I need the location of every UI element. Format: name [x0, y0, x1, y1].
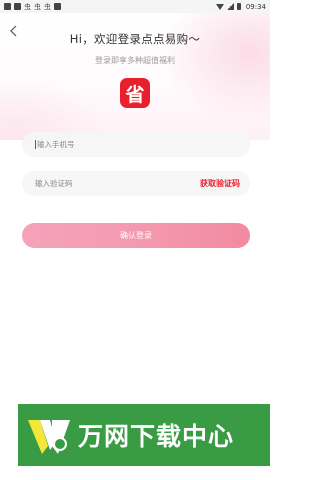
notification-icon [54, 3, 61, 10]
notification-glyph: 虫 [34, 2, 41, 11]
phone-input[interactable] [36, 140, 237, 149]
app-logo: 省 [120, 78, 150, 108]
watermark-banner: 万网下载中心 [18, 404, 270, 466]
login-header: Hi，欢迎登录点点易购～ 登录即享多种超值福利 省 [0, 13, 270, 140]
text-cursor [35, 140, 36, 149]
status-indicators: 09:34 [215, 2, 266, 11]
battery-icon [236, 3, 241, 10]
greeting-title: Hi，欢迎登录点点易购～ [69, 32, 201, 46]
notification-glyph: 虫 [44, 2, 51, 11]
login-button[interactable]: 确认登录 [22, 223, 250, 248]
wifi-icon [215, 3, 224, 10]
phone-field[interactable] [22, 132, 250, 157]
greeting-subtitle: 登录即享多种超值福利 [95, 56, 175, 65]
status-time: 09:34 [245, 2, 266, 11]
notification-glyph: 虫 [24, 2, 31, 11]
watermark-text: 万网下载中心 [78, 422, 235, 451]
code-field[interactable]: 获取验证码 [22, 171, 250, 196]
notification-icon [14, 3, 21, 10]
status-notifications: 虫 虫 虫 [4, 2, 61, 12]
watermark-logo-icon [24, 410, 74, 460]
signal-icon [226, 3, 234, 10]
notification-icon [4, 3, 11, 10]
get-code-button[interactable]: 获取验证码 [200, 178, 240, 189]
status-bar: 虫 虫 虫 09:34 [0, 0, 270, 13]
